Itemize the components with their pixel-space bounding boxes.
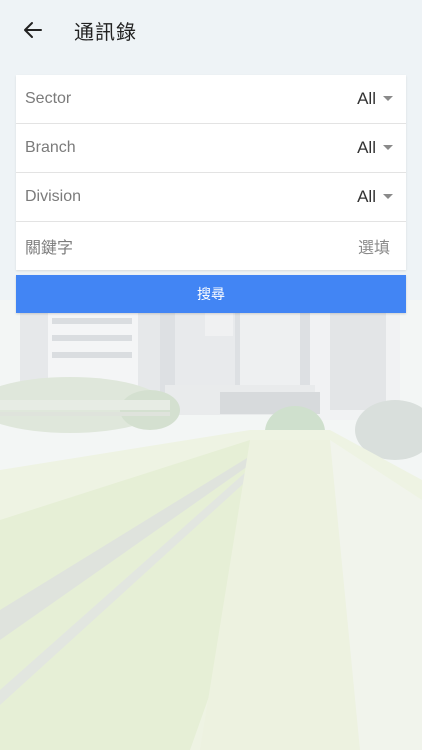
branch-value: All: [357, 138, 376, 157]
division-label: Division: [25, 188, 82, 205]
dropdown-caret-icon: [383, 145, 393, 150]
filter-card: Sector All Branch All Division All 關鍵字 選…: [16, 75, 406, 270]
app-header: 通訊錄: [0, 0, 422, 60]
keyword-label: 關鍵字: [25, 240, 74, 257]
dropdown-caret-icon: [383, 96, 393, 101]
branch-dropdown[interactable]: Branch All: [16, 124, 406, 173]
keyword-placeholder[interactable]: 選填: [358, 234, 390, 258]
sector-value: All: [357, 89, 376, 108]
back-button[interactable]: [20, 17, 46, 43]
division-dropdown[interactable]: Division All: [16, 173, 406, 222]
page-title: 通訊錄: [74, 20, 137, 44]
arrow-left-icon: [24, 22, 42, 38]
search-button[interactable]: 搜尋: [16, 275, 406, 313]
sector-label: Sector: [25, 90, 72, 107]
dropdown-caret-icon: [383, 194, 393, 199]
keyword-field[interactable]: 關鍵字 選填: [16, 222, 406, 270]
sector-dropdown[interactable]: Sector All: [16, 75, 406, 124]
branch-label: Branch: [25, 139, 76, 156]
division-value: All: [357, 187, 376, 206]
